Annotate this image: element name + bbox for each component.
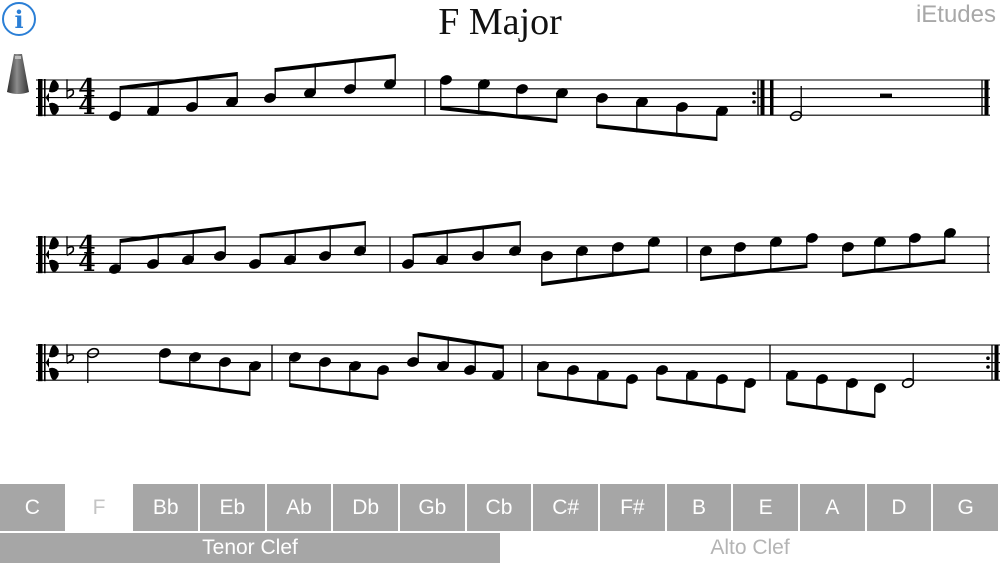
key-tab-c-sharp[interactable]: C# xyxy=(533,484,598,531)
note-beam xyxy=(440,106,557,123)
key-tab-ab[interactable]: Ab xyxy=(266,484,332,531)
c-clef-bar xyxy=(38,344,43,382)
final-barline-thick xyxy=(984,80,989,116)
c-clef-bar xyxy=(38,236,43,274)
c-clef-bar xyxy=(38,79,43,117)
key-tab-db[interactable]: Db xyxy=(333,484,398,531)
note-beam xyxy=(596,124,717,141)
key-tab-a[interactable]: A xyxy=(800,484,865,531)
c-clef-lower xyxy=(49,367,59,381)
c-clef-upper xyxy=(49,237,59,250)
key-tab-g[interactable]: G xyxy=(933,484,998,531)
note-beam xyxy=(120,72,238,90)
repeat-dot xyxy=(986,356,990,361)
note-beam xyxy=(656,396,745,413)
tab-alto-clef[interactable]: Alto Clef xyxy=(500,533,1000,563)
note-beam xyxy=(786,401,875,418)
key-tab-f-sharp[interactable]: F# xyxy=(600,484,665,531)
note-beam xyxy=(289,383,378,400)
c-clef-notch xyxy=(45,249,49,260)
c-clef-notch xyxy=(45,357,49,368)
note-beam xyxy=(413,221,521,238)
half-rest xyxy=(880,93,892,98)
time-signature-bottom: 4 xyxy=(78,91,95,120)
repeat-start-thick xyxy=(770,80,774,116)
key-selector: C F Bb Eb Ab Db Gb Cb C# F# B E A D G xyxy=(0,484,1000,531)
key-tab-b[interactable]: B xyxy=(666,484,732,531)
flat-bowl xyxy=(66,245,75,256)
tab-tenor-clef[interactable]: Tenor Clef xyxy=(0,533,500,563)
c-clef-upper xyxy=(49,345,59,358)
key-tab-f[interactable]: F xyxy=(66,484,132,531)
key-tab-gb[interactable]: Gb xyxy=(400,484,465,531)
key-tab-c[interactable]: C xyxy=(0,484,65,531)
final-barline-thick xyxy=(760,80,765,116)
note-beam xyxy=(260,221,366,238)
key-tab-d[interactable]: D xyxy=(866,484,932,531)
c-clef-lower xyxy=(49,259,59,273)
note-beam xyxy=(159,379,250,396)
repeat-dot xyxy=(752,100,756,104)
repeat-dot xyxy=(752,91,756,95)
key-tab-eb[interactable]: Eb xyxy=(200,484,265,531)
c-clef-line xyxy=(44,236,46,274)
note-beam xyxy=(537,392,627,409)
c-clef-line xyxy=(44,79,46,117)
note-beam xyxy=(842,259,945,277)
sheet-music: 4444 xyxy=(36,54,1000,418)
note-beam xyxy=(275,54,396,72)
repeat-dot xyxy=(986,365,990,369)
note-beam xyxy=(120,226,226,243)
key-tab-bb[interactable]: Bb xyxy=(133,484,198,531)
final-barline-thick xyxy=(994,345,999,381)
key-tab-e[interactable]: E xyxy=(733,484,798,531)
flat-bowl xyxy=(66,353,75,364)
time-signature-bottom: 4 xyxy=(78,248,95,277)
c-clef-line xyxy=(44,344,46,382)
note-beam xyxy=(418,332,504,349)
note-beam xyxy=(541,268,649,286)
key-tab-cb[interactable]: Cb xyxy=(466,484,532,531)
c-clef-lower xyxy=(49,102,59,116)
c-clef-notch xyxy=(45,92,49,103)
c-clef-upper xyxy=(49,80,59,93)
flat-bowl xyxy=(66,88,75,99)
clef-selector: Tenor Clef Alto Clef xyxy=(0,533,1000,563)
